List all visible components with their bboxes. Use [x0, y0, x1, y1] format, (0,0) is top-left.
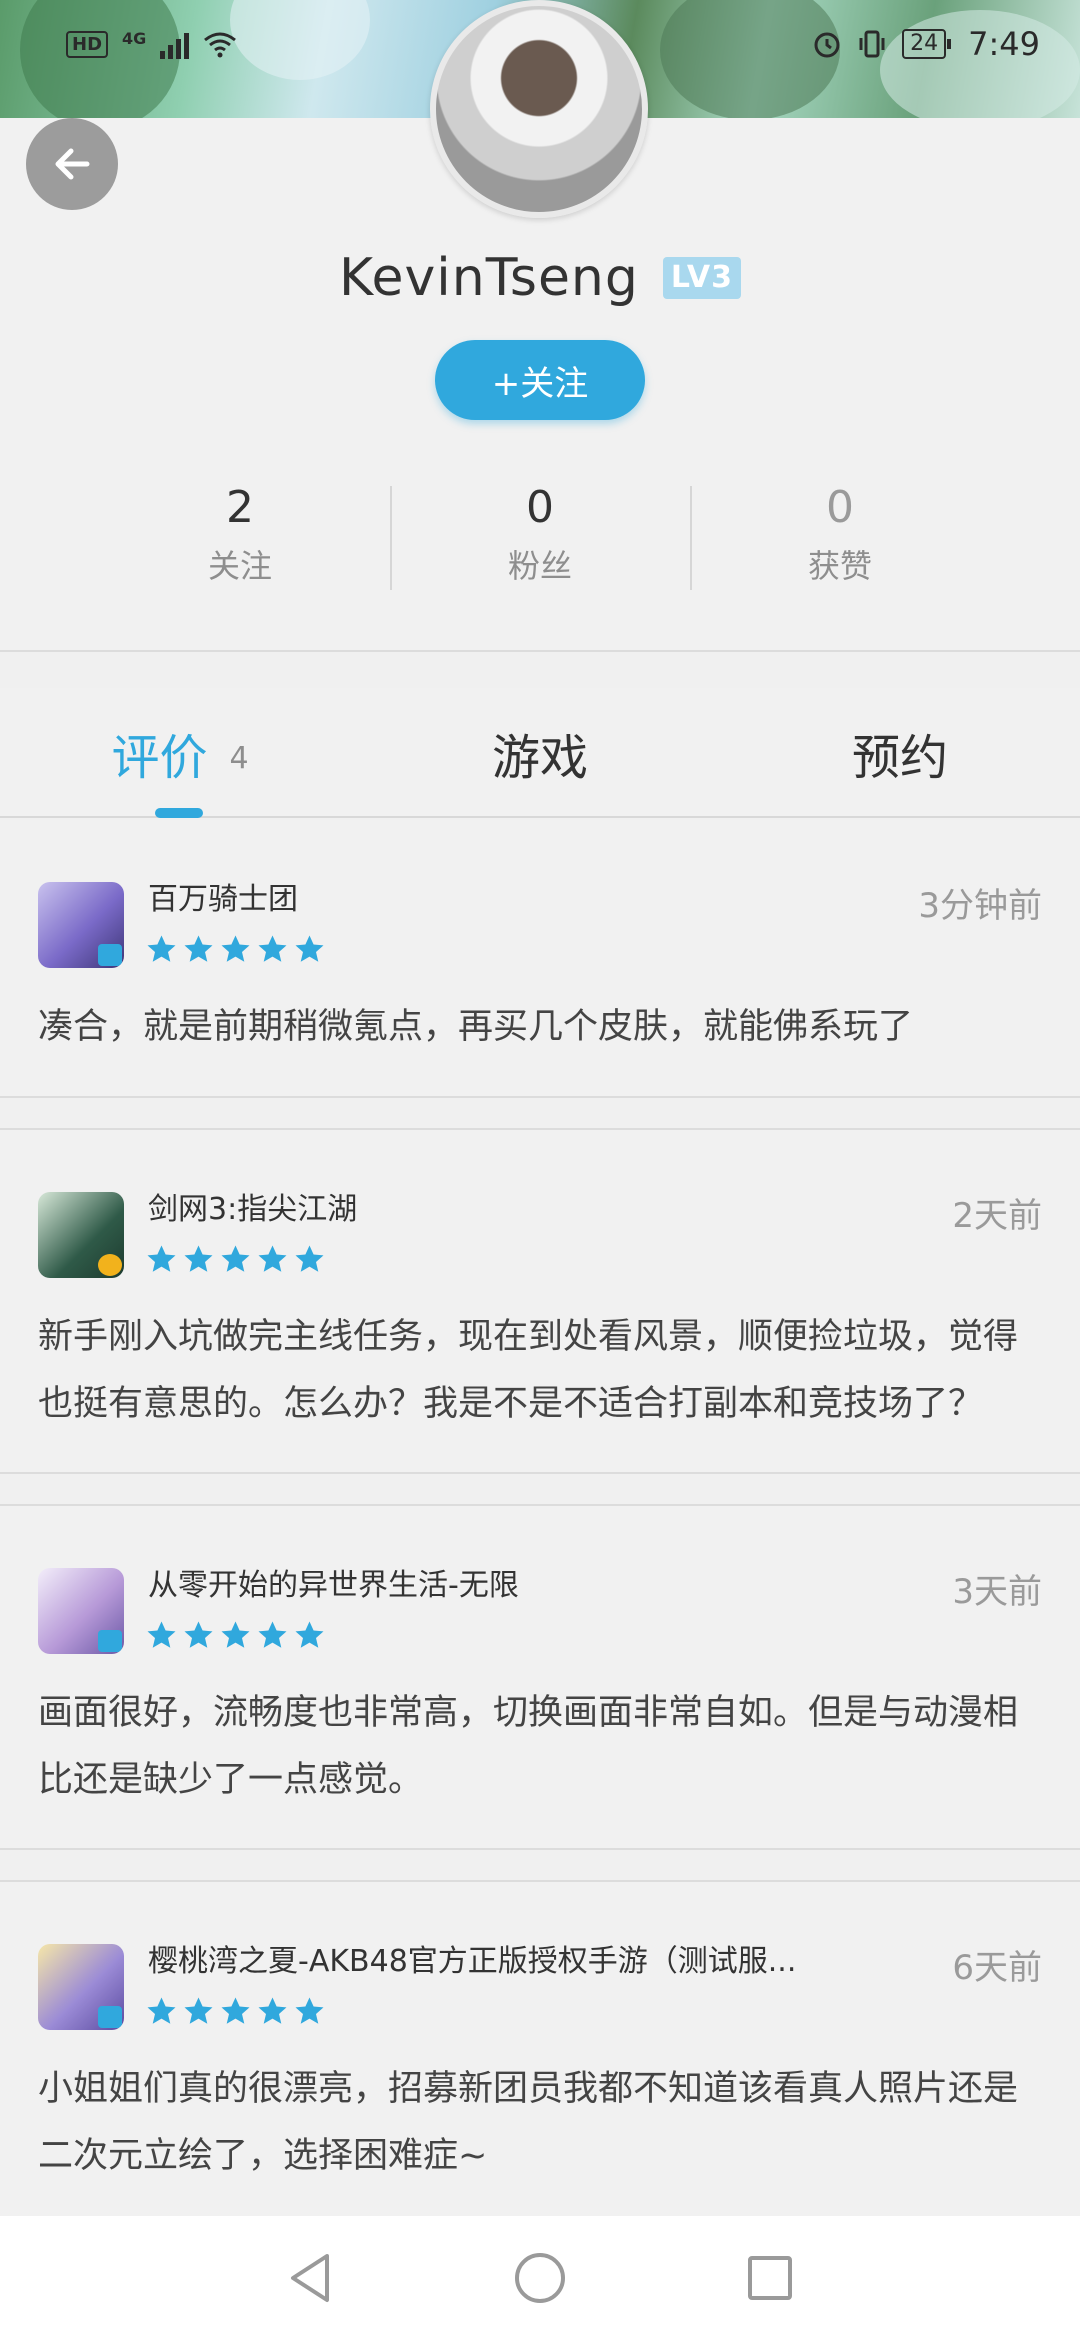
star-icon — [295, 1621, 324, 1648]
star-icon — [258, 1621, 287, 1648]
tab-label: 游戏 — [491, 730, 588, 786]
review-time: 3分钟前 — [918, 886, 1042, 926]
review-time: 3天前 — [952, 1572, 1042, 1612]
tab-reviews[interactable]: 评价 4 — [0, 688, 360, 818]
star-icon — [147, 935, 176, 962]
star-icon — [221, 1621, 250, 1648]
circle-home-icon — [515, 2253, 565, 2303]
rating-stars — [146, 1244, 325, 1275]
tab-reservations[interactable]: 预约 — [720, 688, 1080, 818]
brand-icon — [98, 1254, 122, 1276]
game-icon-akb48[interactable] — [38, 1944, 124, 2030]
star-icon — [295, 1245, 324, 1272]
review-time: 6天前 — [952, 1948, 1042, 1988]
arrow-left-icon — [55, 148, 90, 180]
review-text: 画面很好，流畅度也非常高，切换画面非常自如。但是与动漫相比还是缺少了一点感觉。 — [38, 1693, 1019, 1800]
review-item[interactable]: 百万骑士团 3分钟前 凑合，就是前期稍微氪点，再买几个皮肤，就能佛系玩了 — [0, 820, 1080, 1098]
square-recents-icon — [748, 2256, 792, 2300]
signal-icon — [160, 29, 190, 59]
nav-back-button[interactable] — [280, 2248, 340, 2308]
star-icon — [221, 1245, 250, 1272]
follow-button[interactable]: +关注 — [435, 340, 645, 420]
stat-label: 粉丝 — [507, 547, 572, 585]
nav-home-button[interactable] — [510, 2248, 570, 2308]
profile-header: KevinTseng LV3 +关注 2 关注 0 粉丝 0 获赞 — [0, 0, 1080, 652]
stat-value: 0 — [526, 482, 554, 533]
review-item[interactable]: 樱桃湾之夏-AKB48官方正版授权手游（测试服... 6天前 小姐姐们真的很漂亮… — [0, 1880, 1080, 2226]
stat-following[interactable]: 2 关注 — [90, 478, 390, 598]
network-type: 4G — [122, 29, 147, 48]
system-nav-bar — [0, 2216, 1080, 2340]
rating-stars — [146, 1996, 325, 2027]
hd-indicator: HD — [66, 30, 109, 58]
app-root: HD 4G 24 7:49 KevinTseng LV3 +关注 2 关注 0 … — [0, 0, 1080, 2340]
tab-label: 评价 — [111, 730, 208, 786]
username-row: KevinTseng LV3 — [0, 238, 1080, 318]
game-icon-knights[interactable] — [38, 882, 124, 968]
tv-icon — [98, 1630, 122, 1652]
alarm-icon — [814, 32, 840, 58]
status-time: 7:49 — [968, 25, 1040, 63]
wifi-icon — [204, 32, 237, 58]
tab-count: 4 — [229, 740, 249, 776]
star-icon — [184, 935, 213, 962]
rating-stars — [146, 1620, 325, 1651]
star-icon — [147, 1245, 176, 1272]
profile-tabs: 评价 4 游戏 预约 — [0, 688, 1080, 818]
game-name[interactable]: 百万骑士团 — [148, 874, 298, 918]
star-icon — [258, 935, 287, 962]
review-item[interactable]: 剑网3:指尖江湖 2天前 新手刚入坑做完主线任务，现在到处看风景，顺便捡垃圾，觉… — [0, 1128, 1080, 1474]
game-name[interactable]: 樱桃湾之夏-AKB48官方正版授权手游（测试服... — [148, 1936, 796, 1980]
star-icon — [295, 935, 324, 962]
tab-games[interactable]: 游戏 — [360, 688, 720, 818]
star-icon — [221, 935, 250, 962]
stat-value: 2 — [226, 482, 254, 533]
triangle-back-icon — [291, 2254, 329, 2302]
star-icon — [184, 1245, 213, 1272]
profile-stats: 2 关注 0 粉丝 0 获赞 — [0, 478, 1080, 598]
review-time: 2天前 — [952, 1196, 1042, 1236]
stat-followers[interactable]: 0 粉丝 — [390, 478, 690, 598]
status-left: HD 4G — [66, 29, 237, 59]
star-icon — [147, 1621, 176, 1648]
star-icon — [221, 1997, 250, 2024]
level-badge: LV3 — [662, 257, 741, 299]
review-text: 凑合，就是前期稍微氪点，再买几个皮肤，就能佛系玩了 — [38, 1007, 914, 1047]
game-icon-rezero[interactable] — [38, 1568, 124, 1654]
stat-label: 获赞 — [807, 547, 872, 585]
star-icon — [258, 1245, 287, 1272]
stat-label: 关注 — [207, 547, 272, 585]
review-list: 百万骑士团 3分钟前 凑合，就是前期稍微氪点，再买几个皮肤，就能佛系玩了 剑网3… — [0, 820, 1080, 2226]
battery-icon: 24 — [902, 29, 952, 59]
game-name[interactable]: 从零开始的异世界生活-无限 — [148, 1560, 519, 1604]
star-icon — [147, 1997, 176, 2024]
star-icon — [184, 1621, 213, 1648]
stat-likes: 0 获赞 — [690, 478, 990, 598]
game-name[interactable]: 剑网3:指尖江湖 — [148, 1184, 357, 1228]
avatar[interactable] — [430, 0, 648, 218]
star-icon — [184, 1997, 213, 2024]
back-button[interactable] — [26, 118, 118, 210]
username: KevinTseng — [339, 248, 639, 308]
star-icon — [295, 1997, 324, 2024]
rating-stars — [146, 934, 325, 965]
stat-value: 0 — [826, 482, 854, 533]
tv-icon — [98, 2006, 122, 2028]
nav-recents-button[interactable] — [740, 2248, 800, 2308]
review-text: 小姐姐们真的很漂亮，招募新团员我都不知道该看真人照片还是二次元立绘了，选择困难症… — [38, 2069, 1019, 2176]
review-text: 新手刚入坑做完主线任务，现在到处看风景，顺便捡垃圾，觉得也挺有意思的。怎么办？我… — [38, 1317, 1019, 1424]
tab-label: 预约 — [851, 730, 948, 786]
review-item[interactable]: 从零开始的异世界生活-无限 3天前 画面很好，流畅度也非常高，切换画面非常自如。… — [0, 1504, 1080, 1850]
tab-active-indicator — [155, 808, 203, 818]
game-icon-jianwang[interactable] — [38, 1192, 124, 1278]
vibrate-icon — [859, 30, 885, 58]
star-icon — [258, 1997, 287, 2024]
tv-icon — [98, 944, 122, 966]
status-right: 24 7:49 — [812, 25, 1040, 63]
